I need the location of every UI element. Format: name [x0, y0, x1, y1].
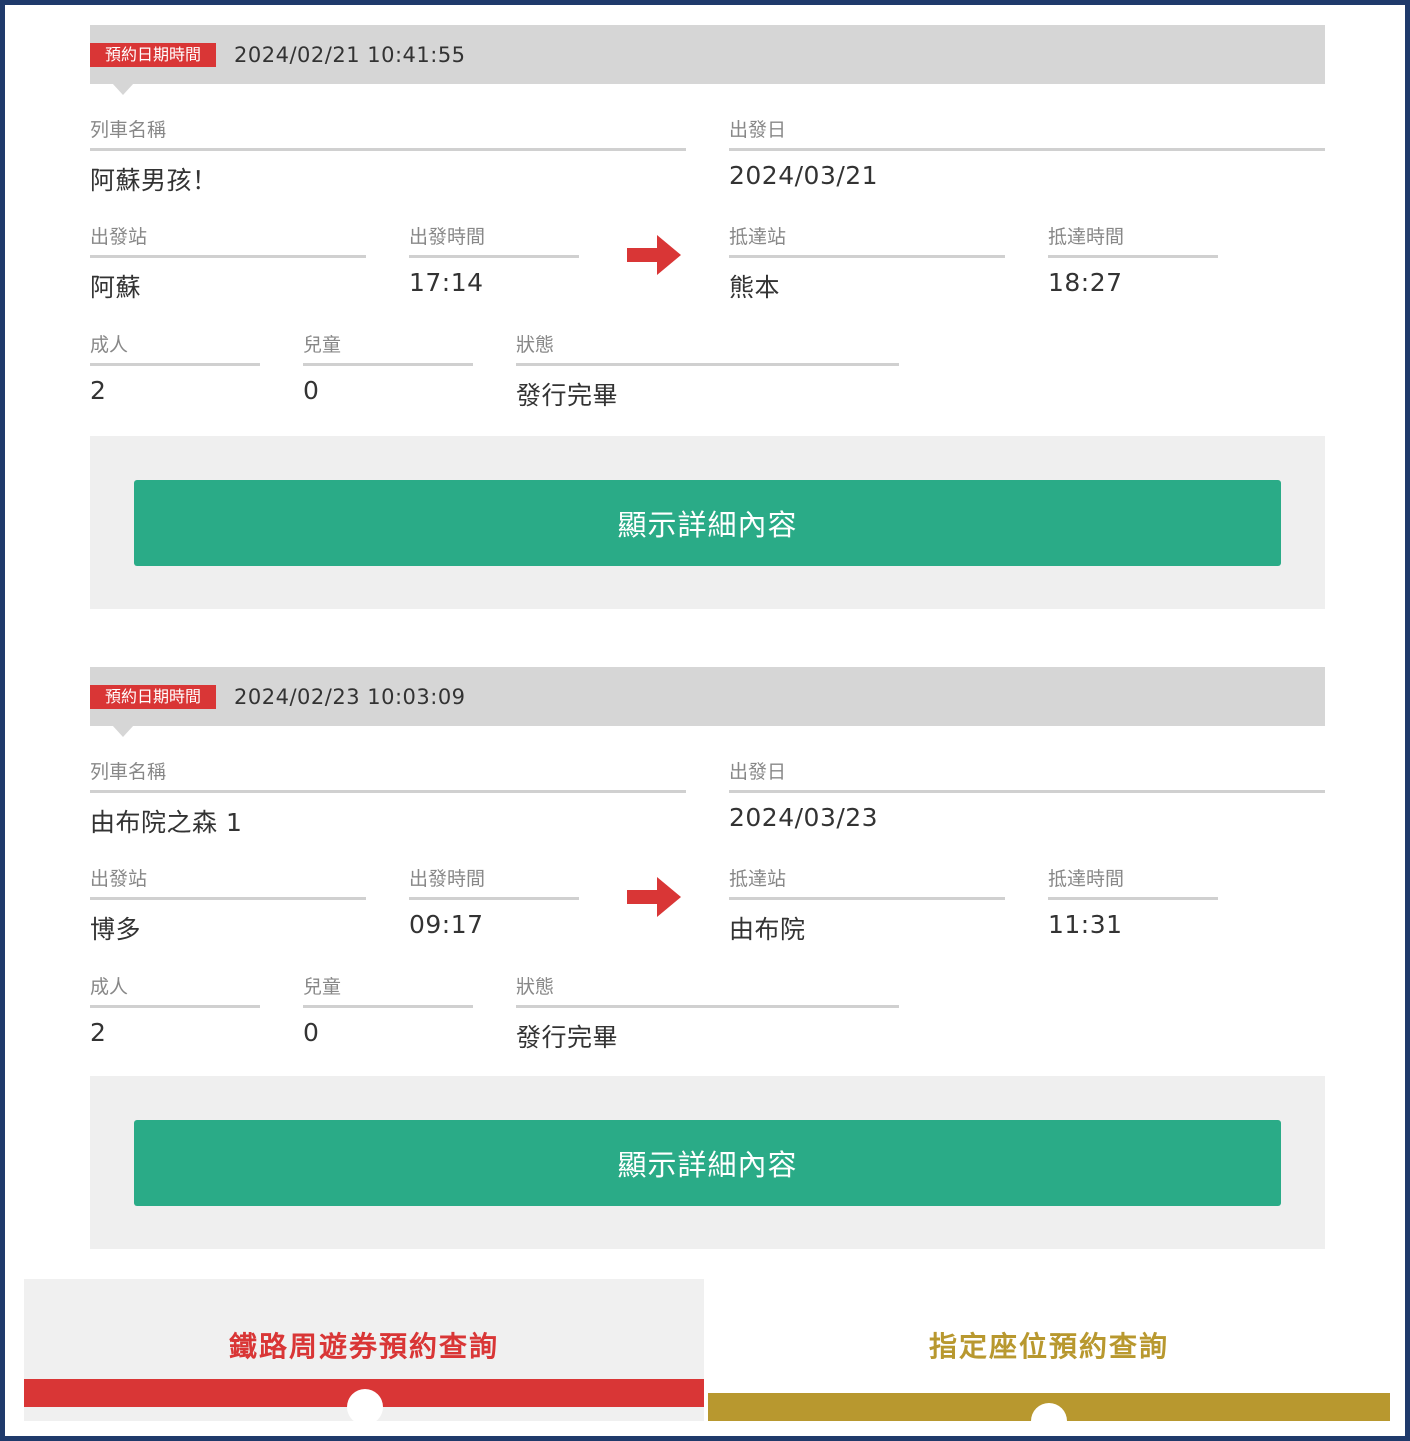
children-label: 兒童 — [303, 972, 473, 1008]
train-name-value: 阿蘇男孩！ — [90, 166, 218, 195]
departure-station-label: 出發站 — [90, 222, 366, 258]
departure-station-label: 出發站 — [90, 864, 366, 900]
tab-reserved-seat-label: 指定座位預約查詢 — [928, 1330, 1169, 1363]
arrival-time-label: 抵達時間 — [1048, 864, 1218, 900]
status-value: 發行完畢 — [516, 381, 619, 410]
departure-date-label: 出發日 — [729, 115, 1325, 151]
reservation-datetime-badge: 預約日期時間 — [90, 42, 217, 67]
departure-date-label: 出發日 — [729, 757, 1325, 793]
reservation-header: 預約日期時間 2024/02/23 10:03:09 — [90, 667, 1325, 737]
departure-station-field: 出發站 阿蘇 — [90, 222, 366, 304]
departure-time-value: 17:14 — [409, 268, 484, 297]
show-details-button[interactable]: 顯示詳細內容 — [134, 480, 1281, 566]
departure-time-label: 出發時間 — [409, 864, 579, 900]
reservation-datetime: 2024/02/23 10:03:09 — [234, 684, 466, 709]
arrival-station-field: 抵達站 熊本 — [729, 222, 1005, 304]
departure-time-field: 出發時間 09:17 — [409, 864, 579, 939]
children-field: 兒童 0 — [303, 330, 473, 405]
tab-indicator-dot — [1031, 1403, 1067, 1439]
adults-value: 2 — [90, 1018, 107, 1047]
departure-time-value: 09:17 — [409, 910, 484, 939]
tab-rail-pass-reservation[interactable]: 鐵路周遊券預約查詢 — [24, 1279, 704, 1425]
adults-field: 成人 2 — [90, 972, 260, 1047]
adults-value: 2 — [90, 376, 107, 405]
adults-label: 成人 — [90, 972, 260, 1008]
reservation-card: 預約日期時間 2024/02/21 10:41:55 列車名稱 阿蘇男孩！ 出發… — [90, 25, 1325, 609]
children-label: 兒童 — [303, 330, 473, 366]
reservation-header: 預約日期時間 2024/02/21 10:41:55 — [90, 25, 1325, 95]
tab-reserved-seat-reservation[interactable]: 指定座位預約查詢 — [708, 1279, 1390, 1439]
tab-rail-pass-label: 鐵路周遊券預約查詢 — [228, 1330, 499, 1363]
departure-date-value: 2024/03/21 — [729, 161, 879, 190]
departure-station-value: 阿蘇 — [90, 273, 142, 302]
children-value: 0 — [303, 376, 320, 405]
detail-panel: 顯示詳細內容 — [90, 436, 1325, 609]
bottom-nav: 鐵路周遊券預約查詢 指定座位預約查詢 — [24, 1279, 1390, 1439]
train-name-field: 列車名稱 阿蘇男孩！ — [90, 115, 686, 197]
arrow-right-icon — [627, 877, 681, 917]
status-value: 發行完畢 — [516, 1023, 619, 1052]
reservation-datetime-badge: 預約日期時間 — [90, 684, 217, 709]
arrival-station-field: 抵達站 由布院 — [729, 864, 1005, 946]
arrival-time-label: 抵達時間 — [1048, 222, 1218, 258]
badge-pointer — [112, 83, 134, 95]
arrival-time-value: 11:31 — [1048, 910, 1123, 939]
status-field: 狀態 發行完畢 — [516, 972, 899, 1054]
arrival-time-value: 18:27 — [1048, 268, 1123, 297]
arrival-time-field: 抵達時間 18:27 — [1048, 222, 1218, 297]
arrival-station-value: 熊本 — [729, 273, 781, 302]
train-name-field: 列車名稱 由布院之森 1 — [90, 757, 686, 839]
arrival-station-label: 抵達站 — [729, 864, 1005, 900]
reservation-card: 預約日期時間 2024/02/23 10:03:09 列車名稱 由布院之森 1 … — [90, 667, 1325, 1251]
train-name-label: 列車名稱 — [90, 115, 686, 151]
arrival-station-value: 由布院 — [729, 915, 806, 944]
arrow-right-icon — [627, 235, 681, 275]
departure-date-field: 出發日 2024/03/23 — [729, 757, 1325, 832]
departure-date-field: 出發日 2024/03/21 — [729, 115, 1325, 190]
children-field: 兒童 0 — [303, 972, 473, 1047]
children-value: 0 — [303, 1018, 320, 1047]
train-name-value: 由布院之森 1 — [90, 808, 243, 837]
departure-time-label: 出發時間 — [409, 222, 579, 258]
status-field: 狀態 發行完畢 — [516, 330, 899, 412]
train-name-label: 列車名稱 — [90, 757, 686, 793]
departure-time-field: 出發時間 17:14 — [409, 222, 579, 297]
arrival-station-label: 抵達站 — [729, 222, 1005, 258]
status-label: 狀態 — [516, 330, 899, 366]
departure-station-field: 出發站 博多 — [90, 864, 366, 946]
tab-indicator-dot — [347, 1389, 383, 1425]
departure-station-value: 博多 — [90, 915, 142, 944]
adults-field: 成人 2 — [90, 330, 260, 405]
status-label: 狀態 — [516, 972, 899, 1008]
arrival-time-field: 抵達時間 11:31 — [1048, 864, 1218, 939]
show-details-button[interactable]: 顯示詳細內容 — [134, 1120, 1281, 1206]
departure-date-value: 2024/03/23 — [729, 803, 879, 832]
detail-panel: 顯示詳細內容 — [90, 1076, 1325, 1249]
reservation-datetime: 2024/02/21 10:41:55 — [234, 42, 466, 67]
badge-pointer — [112, 725, 134, 737]
adults-label: 成人 — [90, 330, 260, 366]
